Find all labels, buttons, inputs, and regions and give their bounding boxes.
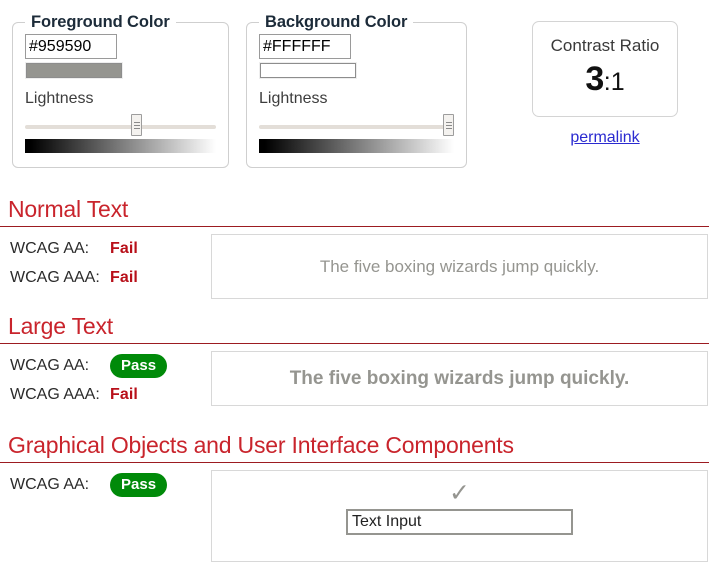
background-color-swatch[interactable] [260, 63, 356, 78]
large-text-body: WCAG AA: Pass WCAG AAA: Fail The five bo… [0, 351, 725, 423]
background-slider-track[interactable] [259, 125, 454, 129]
foreground-slider-thumb[interactable] [131, 114, 142, 136]
contrast-ratio-title: Contrast Ratio [550, 36, 660, 55]
large-text-criteria: WCAG AA: Pass WCAG AAA: Fail [10, 351, 205, 409]
graphical-objects-criteria: WCAG AA: Pass [10, 470, 205, 499]
criterion-row: WCAG AAA: Fail [10, 263, 205, 292]
foreground-lightness-slider[interactable] [25, 114, 216, 136]
wcag-aa-label: WCAG AA: [10, 239, 90, 257]
criterion-row: WCAG AA: Pass [10, 470, 205, 499]
wcag-aa-result: Fail [110, 239, 138, 257]
thumb-grip-line [134, 125, 140, 126]
normal-text-body: WCAG AA: Fail WCAG AAA: Fail The five bo… [0, 234, 725, 306]
graphical-objects-sample-box: ✓ [211, 470, 708, 562]
section-graphical-objects: Graphical Objects and User Interface Com… [0, 432, 725, 565]
permalink-wrap: permalink [532, 129, 678, 147]
wcag-aaa-label: WCAG AAA: [10, 385, 100, 403]
contrast-ratio-suffix: :1 [603, 68, 625, 96]
normal-text-heading: Normal Text [0, 196, 709, 227]
contrast-ratio-number: 3 [585, 60, 604, 98]
normal-text-sample-box: The five boxing wizards jump quickly. [211, 234, 708, 299]
background-lightness-label: Lightness [259, 90, 328, 107]
foreground-controls: Lightness [13, 32, 228, 153]
background-color-group: Background Color Lightness [246, 13, 467, 168]
thumb-grip-line [446, 122, 452, 123]
section-large-text: Large Text WCAG AA: Pass WCAG AAA: Fail … [0, 313, 725, 423]
demo-text-input[interactable] [346, 509, 573, 535]
foreground-color-group: Foreground Color Lightness [12, 13, 229, 168]
graphical-objects-body: WCAG AA: Pass ✓ [0, 470, 725, 565]
wcag-aa-result: Pass [110, 353, 168, 378]
criterion-row: WCAG AA: Pass [10, 351, 205, 380]
normal-text-criteria: WCAG AA: Fail WCAG AAA: Fail [10, 234, 205, 292]
foreground-color-swatch[interactable] [26, 63, 122, 78]
large-text-sample: The five boxing wizards jump quickly. [289, 367, 630, 389]
normal-text-sample: The five boxing wizards jump quickly. [319, 256, 600, 276]
wcag-aaa-result: Fail [110, 385, 138, 403]
color-controls-row: Foreground Color Lightness [0, 0, 725, 178]
thumb-grip-line [446, 125, 452, 126]
contrast-checker-page: Foreground Color Lightness [0, 0, 725, 577]
thumb-grip-line [134, 128, 140, 129]
checkmark-icon: ✓ [449, 479, 470, 507]
section-normal-text: Normal Text WCAG AA: Fail WCAG AAA: Fail… [0, 196, 725, 306]
permalink-link[interactable]: permalink [570, 129, 639, 146]
wcag-aa-label: WCAG AA: [10, 356, 90, 374]
large-text-sample-box: The five boxing wizards jump quickly. [211, 351, 708, 406]
background-hex-input[interactable] [259, 34, 351, 59]
foreground-legend: Foreground Color [31, 13, 170, 31]
foreground-lightness-label: Lightness [25, 90, 94, 107]
background-swatch-frame [259, 62, 357, 79]
thumb-grip-line [134, 122, 140, 123]
criterion-row: WCAG AAA: Fail [10, 380, 205, 409]
foreground-lightness-gradient [25, 139, 216, 153]
wcag-aaa-result: Fail [110, 268, 138, 286]
wcag-aa-label: WCAG AA: [10, 475, 90, 493]
background-lightness-slider[interactable] [259, 114, 454, 136]
background-slider-thumb[interactable] [443, 114, 454, 136]
background-controls: Lightness [247, 32, 466, 153]
contrast-ratio-panel: Contrast Ratio 3:1 [532, 21, 678, 117]
criterion-row: WCAG AA: Fail [10, 234, 205, 263]
foreground-swatch-frame [25, 62, 123, 79]
wcag-aa-result: Pass [110, 472, 168, 497]
thumb-grip-line [446, 128, 452, 129]
graphical-objects-heading: Graphical Objects and User Interface Com… [0, 432, 709, 463]
wcag-aaa-label: WCAG AAA: [10, 268, 100, 286]
foreground-slider-track[interactable] [25, 125, 216, 129]
background-legend: Background Color [265, 13, 408, 31]
contrast-ratio-value: 3:1 [533, 59, 677, 106]
background-lightness-gradient [259, 139, 454, 153]
foreground-hex-input[interactable] [25, 34, 117, 59]
large-text-heading: Large Text [0, 313, 709, 344]
